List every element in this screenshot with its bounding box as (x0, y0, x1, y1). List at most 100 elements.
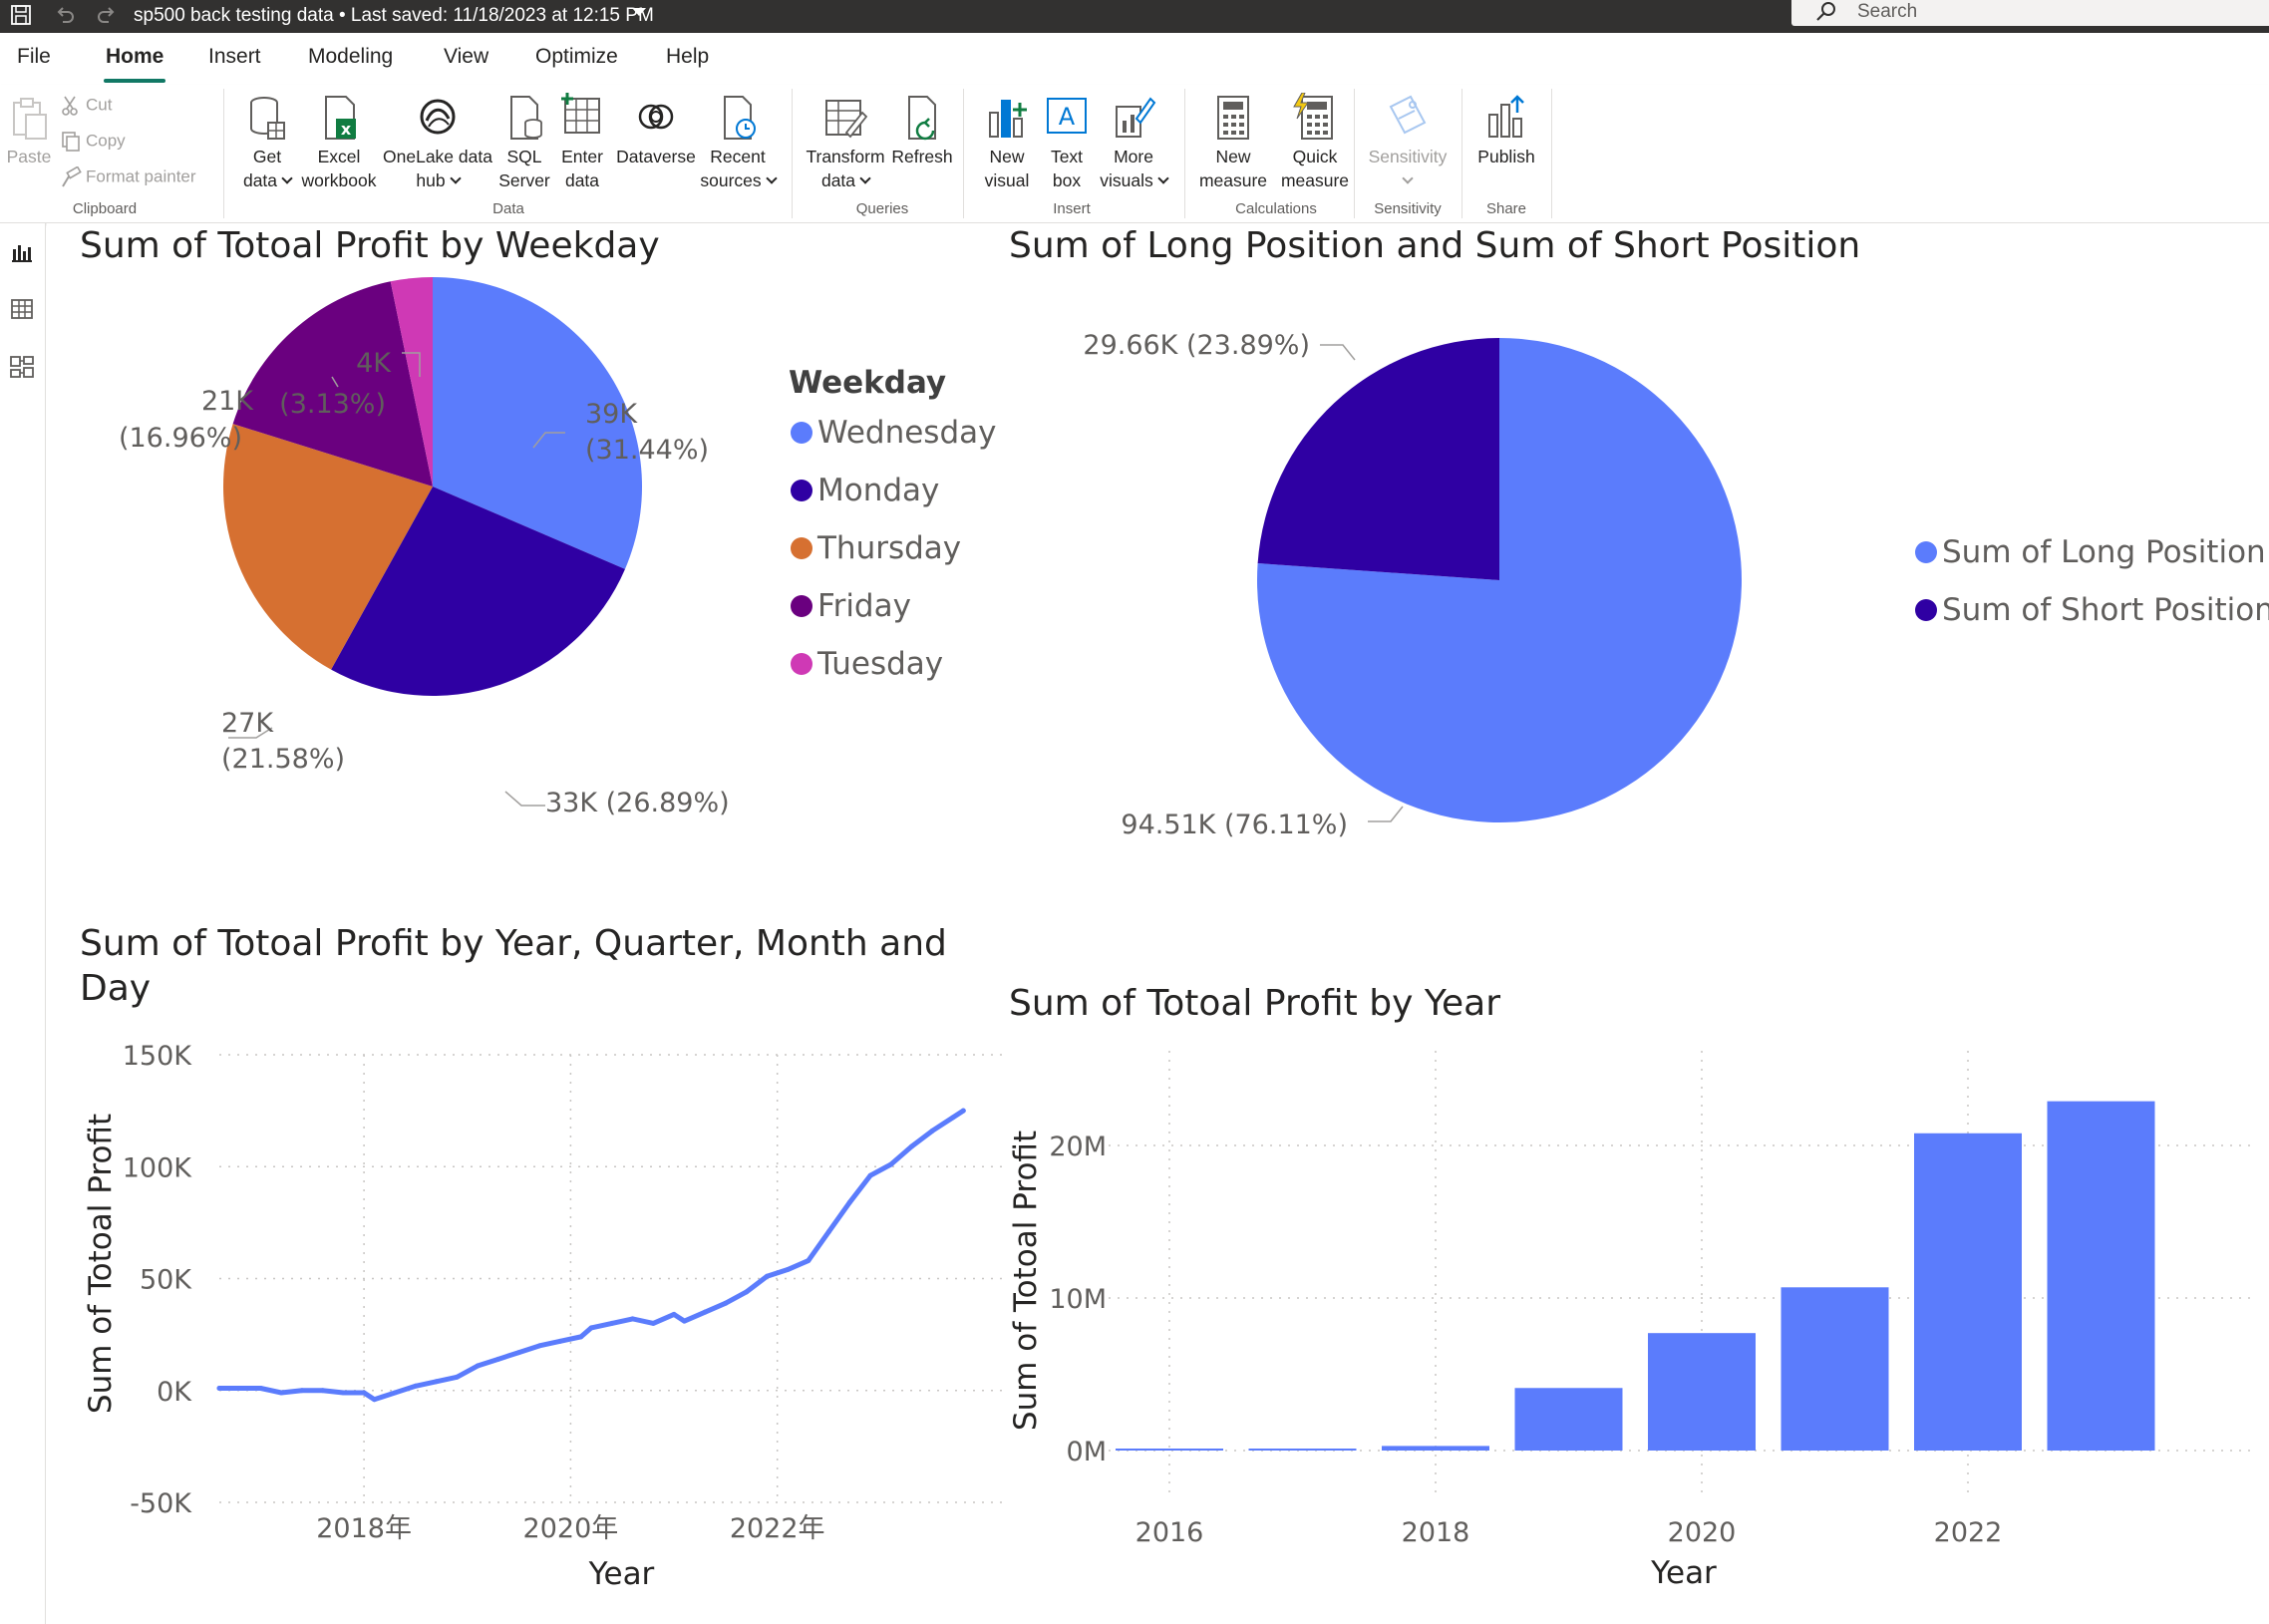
weekday-pie-visual[interactable]: Sum of Totoal Profit by Weekday 39K (31.4… (47, 223, 1004, 911)
sensitivity-icon (1389, 95, 1427, 135)
report-canvas: Sum of Totoal Profit by Weekday 39K (31.4… (47, 223, 2269, 1624)
tab-help[interactable]: Help (666, 45, 709, 69)
enter-data-label-2: data (564, 170, 600, 190)
format-painter-button[interactable]: Format painter (60, 166, 196, 188)
report-view-icon[interactable] (8, 237, 36, 265)
redo-icon[interactable] (94, 4, 120, 30)
legend-marker (791, 653, 812, 675)
search-icon (1816, 2, 1835, 21)
table-view-icon[interactable] (8, 295, 36, 323)
data-point (257, 1386, 263, 1392)
tab-home[interactable]: Home (106, 45, 163, 69)
legend-item: Sum of Long Position (1942, 534, 2266, 570)
visual-title: Sum of Totoal Profit by Weekday (80, 225, 660, 266)
onelake-icon (420, 99, 456, 135)
visual-title: Sum of Totoal Profit by Year, Quarter, M… (80, 921, 947, 1011)
visual-title: Sum of Long Position and Sum of Short Po… (1009, 225, 1861, 266)
sql-server-button[interactable]: SQL Server (494, 93, 554, 192)
data-label: 33K (26.89%) (545, 788, 730, 818)
refresh-button[interactable]: Refresh (887, 93, 957, 168)
y-tick-label: -50K (130, 1488, 192, 1519)
tab-file[interactable]: File (17, 45, 51, 69)
x-tick-label: 2018 (1402, 1517, 1470, 1548)
quick-measure-button[interactable]: Quick measure (1272, 93, 1358, 192)
data-point (516, 1350, 522, 1356)
position-pie-chart: 94.51K (76.11%) 29.66K (23.89%) Sum of Lon… (1083, 330, 2269, 840)
tab-view[interactable]: View (444, 45, 488, 69)
undo-icon[interactable] (52, 4, 78, 30)
excel-icon: x (325, 96, 356, 140)
excel-workbook-button[interactable]: x Excel workbook (297, 93, 381, 192)
transform-data-button[interactable]: Transform data (804, 93, 887, 192)
data-point (320, 1388, 326, 1394)
tab-optimize[interactable]: Optimize (535, 45, 618, 69)
legend-marker (1915, 541, 1937, 563)
enter-data-label-1: Enter (561, 147, 603, 166)
position-pie-visual[interactable]: Sum of Long Position and Sum of Short Po… (1009, 223, 2269, 911)
data-label: 94.51K (76.11%) (1121, 810, 1348, 840)
tab-insert[interactable]: Insert (208, 45, 261, 69)
profit-line-visual[interactable]: Sum of Totoal Profit by Year, Quarter, M… (47, 921, 1004, 1624)
cut-label: Cut (86, 95, 113, 115)
data-point (764, 1273, 770, 1279)
data-label: (3.13%) (279, 389, 386, 420)
data-point (454, 1374, 460, 1380)
more-visuals-icon (1116, 97, 1156, 138)
sql-label-2: Server (498, 170, 550, 190)
more-visuals-label-2: visuals (1100, 170, 1153, 190)
chevron-down-icon (859, 172, 871, 184)
y-tick-label: 50K (140, 1265, 192, 1296)
format-painter-icon (62, 166, 82, 187)
legend-item-monday: Monday (817, 473, 939, 508)
y-tick-label: 20M (1049, 1132, 1107, 1162)
new-measure-button[interactable]: New measure (1194, 93, 1272, 192)
data-point (888, 1161, 894, 1167)
recent-sources-button[interactable]: Recent sources (698, 93, 778, 192)
paste-button[interactable]: Paste (4, 93, 54, 168)
model-view-icon[interactable] (8, 353, 36, 381)
copy-label: Copy (86, 131, 126, 151)
save-icon[interactable] (8, 4, 34, 30)
group-separator (1184, 89, 1185, 218)
text-box-button[interactable]: A Text box (1039, 93, 1095, 192)
group-separator (792, 89, 793, 218)
sensitivity-group-label: Sensitivity (1374, 200, 1442, 217)
cut-button[interactable]: Cut (60, 95, 112, 117)
svg-text:x: x (341, 120, 352, 139)
dataverse-button[interactable]: Dataverse (612, 93, 700, 168)
data-point (702, 1309, 708, 1315)
new-visual-button[interactable]: New visual (975, 93, 1039, 192)
publish-button[interactable]: Publish (1469, 93, 1543, 168)
svg-text:A: A (1059, 103, 1076, 131)
profit-bar-visual[interactable]: Sum of Totoal Profit by Year 20M 10M 0M 201… (1009, 981, 2269, 1624)
format-painter-label: Format painter (86, 166, 196, 186)
data-point (371, 1397, 377, 1403)
insert-group-label: Insert (1053, 200, 1091, 217)
enter-data-button[interactable]: Enter data (554, 93, 610, 192)
data-point (681, 1318, 687, 1324)
data-point (630, 1316, 636, 1322)
pie-slice-short (1257, 338, 1499, 580)
data-point (216, 1386, 222, 1392)
copy-button[interactable]: Copy (60, 131, 126, 153)
title-dropdown-icon[interactable] (632, 8, 646, 16)
onelake-data-hub-button[interactable]: OneLake data hub (381, 93, 494, 192)
transform-label-1: Transform (806, 147, 885, 166)
document-title[interactable]: sp500 back testing data • Last saved: 11… (134, 4, 654, 28)
search-box[interactable]: Search (1791, 0, 2269, 26)
tab-modeling[interactable]: Modeling (308, 45, 393, 69)
cut-icon (62, 96, 78, 116)
legend-marker (791, 422, 812, 444)
y-tick-label: 0M (1067, 1437, 1107, 1467)
x-axis-title: Year (1650, 1555, 1717, 1591)
ribbon-tabs: File Home Insert Modeling View Optimize … (0, 33, 2269, 85)
bar-2020 (1648, 1333, 1756, 1451)
sensitivity-button[interactable]: Sensitivity (1364, 93, 1452, 192)
get-data-button[interactable]: Get data (235, 93, 299, 192)
more-visuals-button[interactable]: More visuals (1095, 93, 1172, 192)
y-tick-label: 10M (1049, 1284, 1107, 1315)
excel-label-1: Excel (317, 147, 361, 166)
x-axis-title: Year (588, 1556, 655, 1592)
data-point (826, 1228, 832, 1234)
data-group-label: Data (492, 200, 524, 217)
